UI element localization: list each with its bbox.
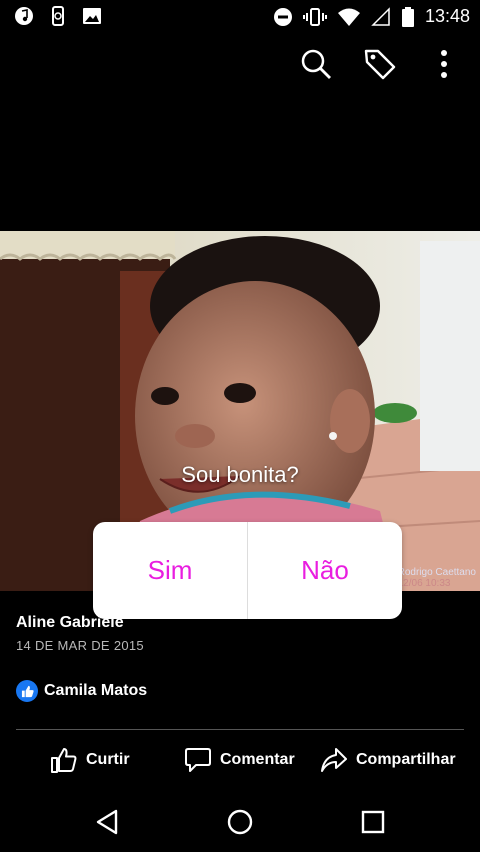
- like-button[interactable]: Curtir: [50, 742, 130, 778]
- comment-label: Comentar: [220, 751, 295, 768]
- image-icon: [83, 8, 101, 24]
- wifi-icon: [337, 8, 360, 26]
- share-icon: [321, 748, 347, 772]
- music-icon: [15, 7, 33, 25]
- home-icon: [227, 809, 253, 835]
- photo-watermark: Rodrigo Caettano 12/06 10:33: [397, 567, 476, 589]
- action-bar: Curtir Comentar Compartilhar: [0, 742, 480, 778]
- signal-icon: [371, 6, 390, 26]
- action-divider: [16, 729, 464, 730]
- battery-icon: [401, 6, 414, 27]
- do-not-disturb-icon: [273, 7, 292, 26]
- poll-options: Sim Não: [93, 522, 402, 619]
- back-button[interactable]: [91, 806, 123, 838]
- more-options-button[interactable]: [424, 44, 464, 84]
- phone-sync-icon: [52, 6, 64, 26]
- more-vert-icon: [441, 50, 447, 78]
- share-label: Compartilhar: [356, 751, 456, 768]
- photo-toolbar: [272, 44, 464, 84]
- recents-icon: [361, 810, 385, 834]
- reaction-user: Camila Matos: [44, 682, 148, 699]
- post-date: 14 DE MAR DE 2015: [16, 638, 144, 653]
- status-bar: 13:48: [0, 0, 480, 34]
- recents-button[interactable]: [357, 806, 389, 838]
- home-button[interactable]: [224, 806, 256, 838]
- vibrate-icon: [302, 7, 327, 26]
- post-author[interactable]: Aline Gabriele: [16, 614, 124, 632]
- clock: 13:48: [424, 6, 470, 26]
- tag-button[interactable]: [360, 44, 400, 84]
- search-button[interactable]: [296, 44, 336, 84]
- poll-option-nao[interactable]: Não: [248, 522, 402, 619]
- poll-option-sim[interactable]: Sim: [93, 522, 247, 619]
- thumbs-up-icon: [51, 748, 77, 773]
- like-reaction-icon: [16, 680, 38, 702]
- comment-button[interactable]: Comentar: [184, 742, 295, 778]
- share-button[interactable]: Compartilhar: [320, 742, 456, 778]
- poll-question: Sou bonita?: [181, 462, 299, 487]
- system-nav-bar: [0, 792, 480, 852]
- back-icon: [96, 809, 118, 835]
- like-label: Curtir: [86, 751, 130, 768]
- search-icon: [301, 49, 331, 79]
- tag-icon: [364, 49, 396, 80]
- reactions-row[interactable]: Camila Matos: [16, 680, 147, 702]
- comment-icon: [185, 748, 211, 772]
